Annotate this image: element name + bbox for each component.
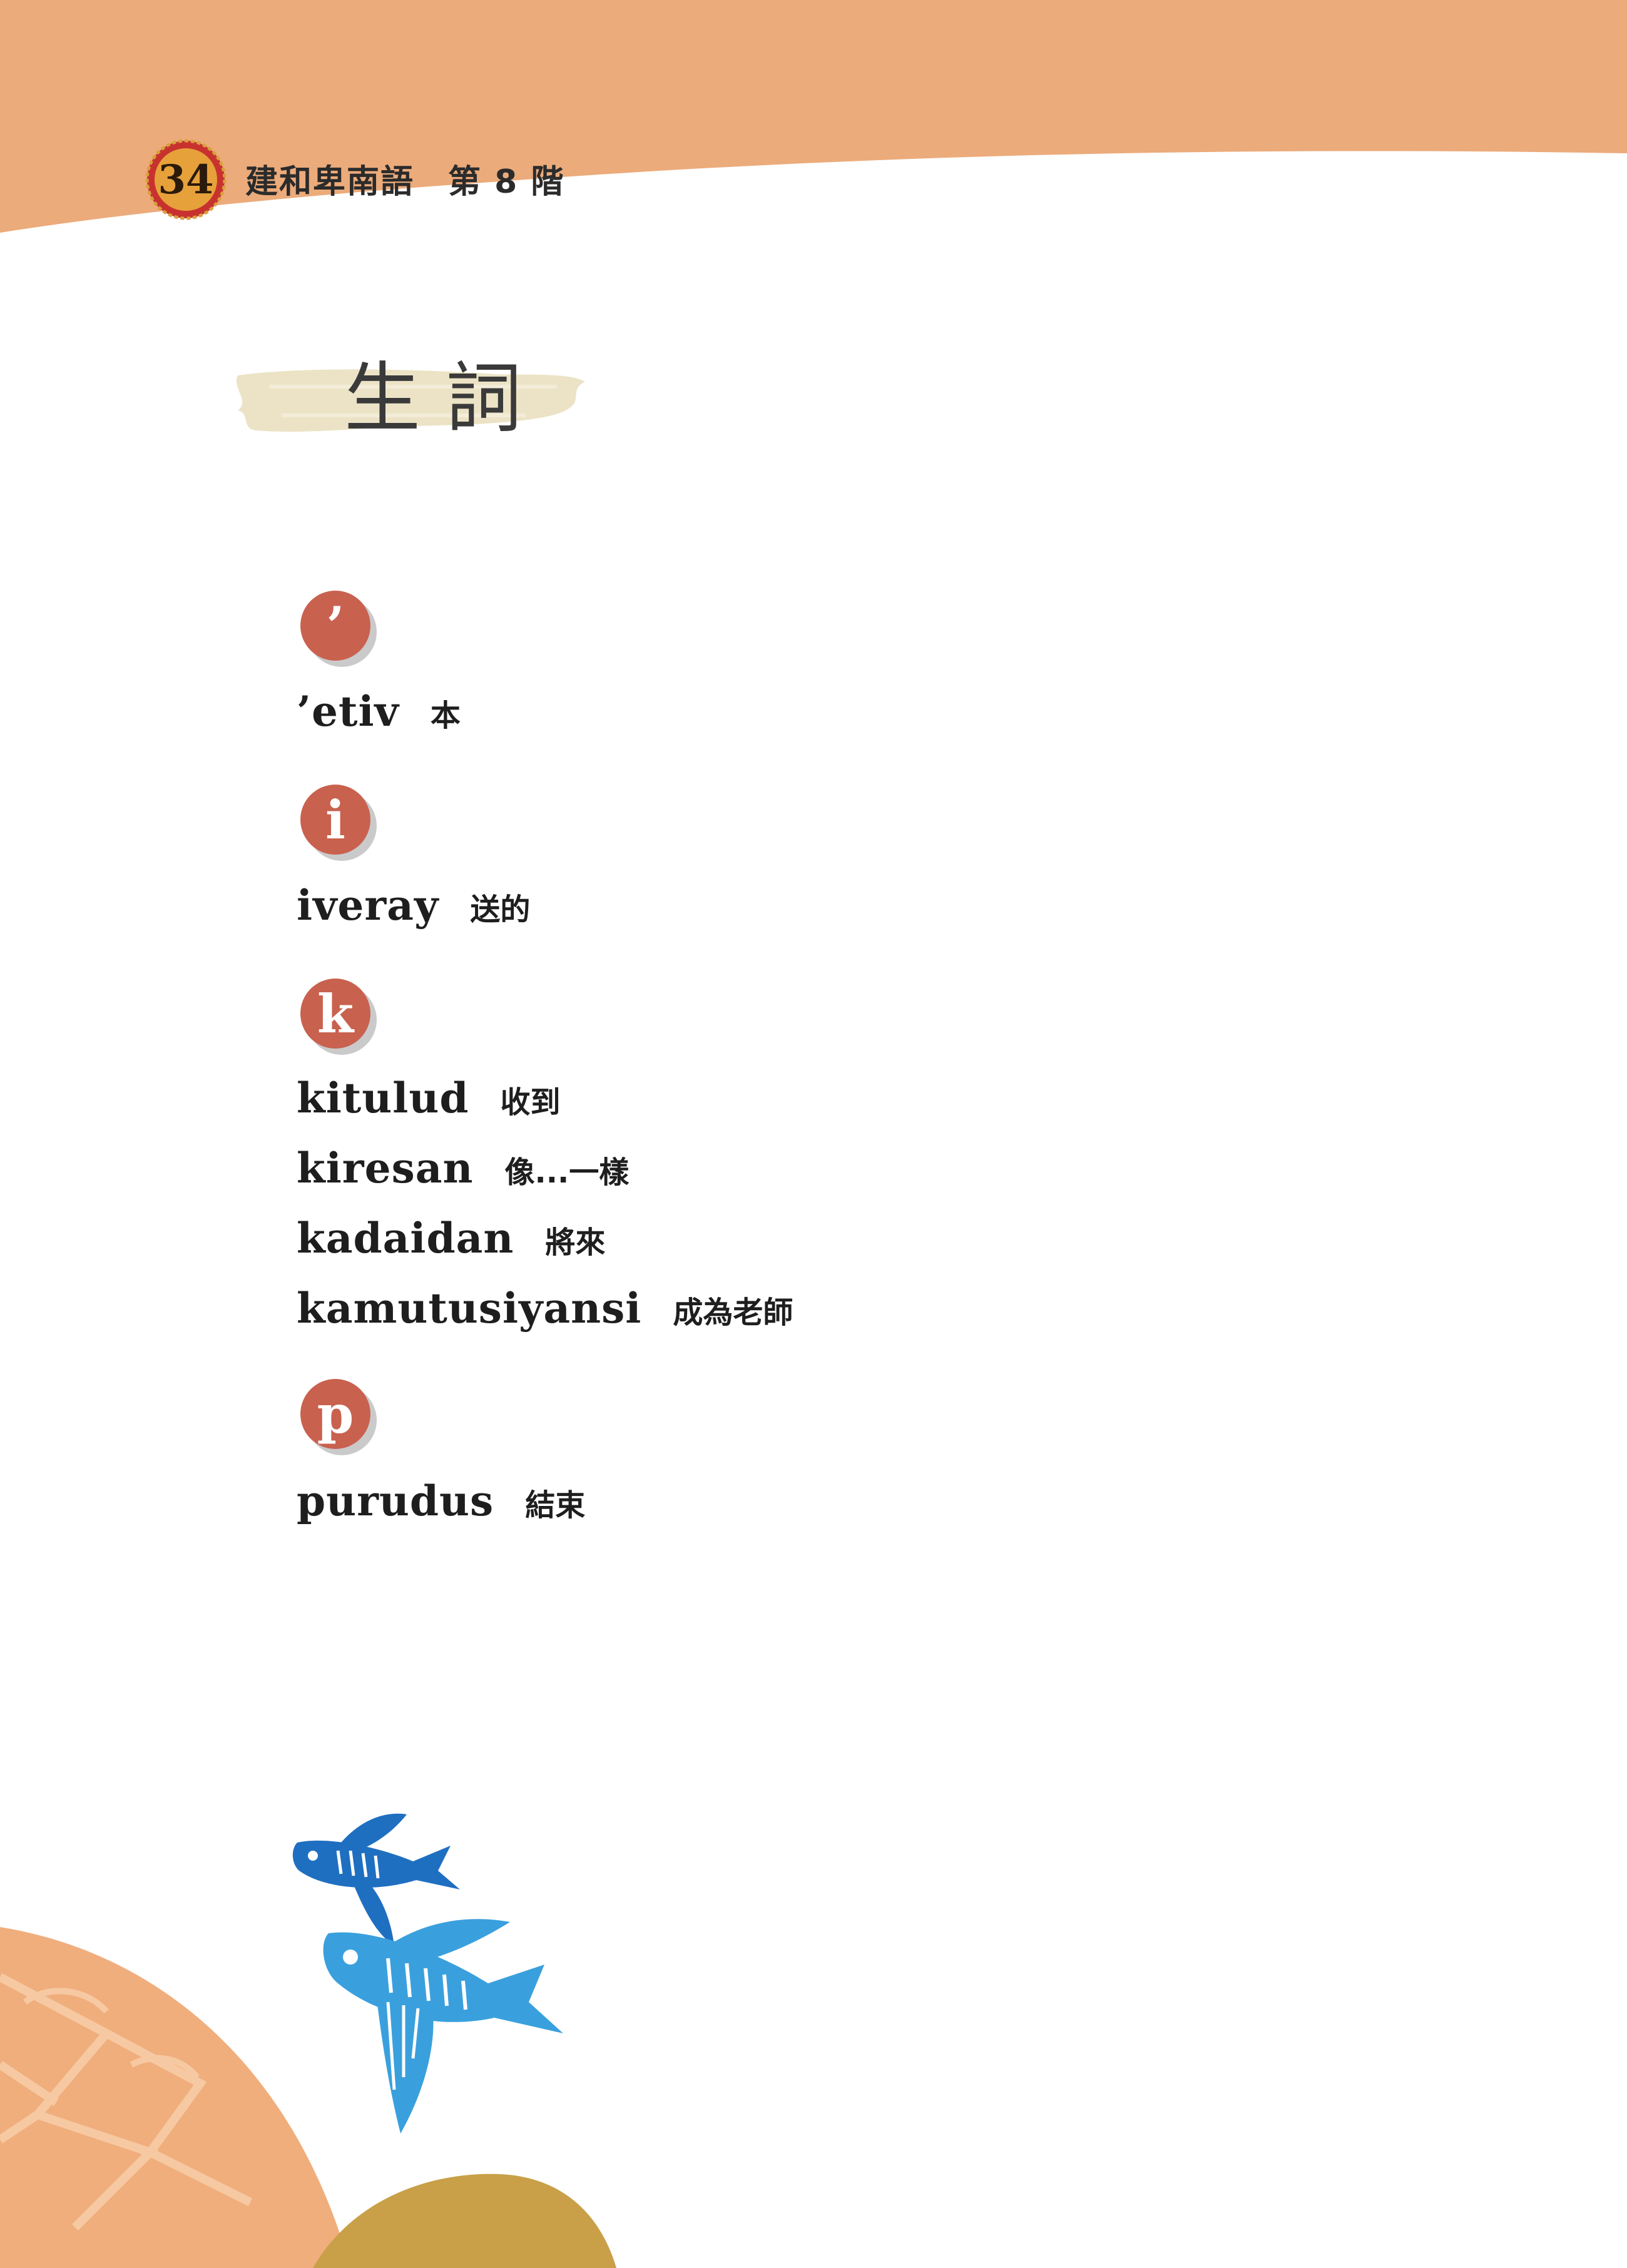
book-title: 建和卑南語 第 8 階: [245, 163, 565, 201]
header-band: [0, 0, 1627, 233]
vocab-word: kitulud: [297, 1074, 469, 1122]
vocab-entry: kamutusiyansi 成為老師: [297, 1284, 793, 1333]
vocab-word: purudus: [297, 1477, 494, 1525]
letter-heading: k: [317, 982, 354, 1045]
vocab-word: kiresan: [297, 1144, 474, 1192]
letter-heading: ’: [326, 594, 345, 657]
vocab-entry: iveray 送的: [297, 881, 530, 930]
vocab-word: ’etiv: [297, 687, 399, 736]
letter-heading: p: [317, 1383, 354, 1445]
vocab-word: kamutusiyansi: [297, 1284, 642, 1333]
letter-heading: i: [325, 788, 345, 851]
page-number: 34: [158, 156, 214, 203]
section-title: 生詞: [344, 354, 547, 443]
vocab-meaning: 本: [430, 698, 461, 733]
flying-fish-icon: [323, 1919, 563, 2133]
vocab-meaning: 像...一樣: [504, 1155, 630, 1190]
vocab-entry: kiresan 像...一樣: [297, 1144, 629, 1192]
vocab-meaning: 結束: [525, 1488, 586, 1523]
vocab-entry: kitulud 收到: [297, 1074, 561, 1122]
vocab-word: kadaidan: [297, 1214, 514, 1263]
vocab-meaning: 送的: [470, 892, 531, 927]
vocab-meaning: 成為老師: [673, 1295, 793, 1330]
vocab-meaning: 收到: [500, 1085, 561, 1120]
bottom-decoration: [0, 1813, 616, 2268]
vocab-entry: ’etiv 本: [297, 687, 461, 736]
vocab-entry: kadaidan 將來: [297, 1214, 605, 1263]
vocab-meaning: 將來: [545, 1225, 606, 1260]
vocab-entry: purudus 結束: [297, 1477, 585, 1525]
vocab-word: iveray: [297, 881, 439, 930]
